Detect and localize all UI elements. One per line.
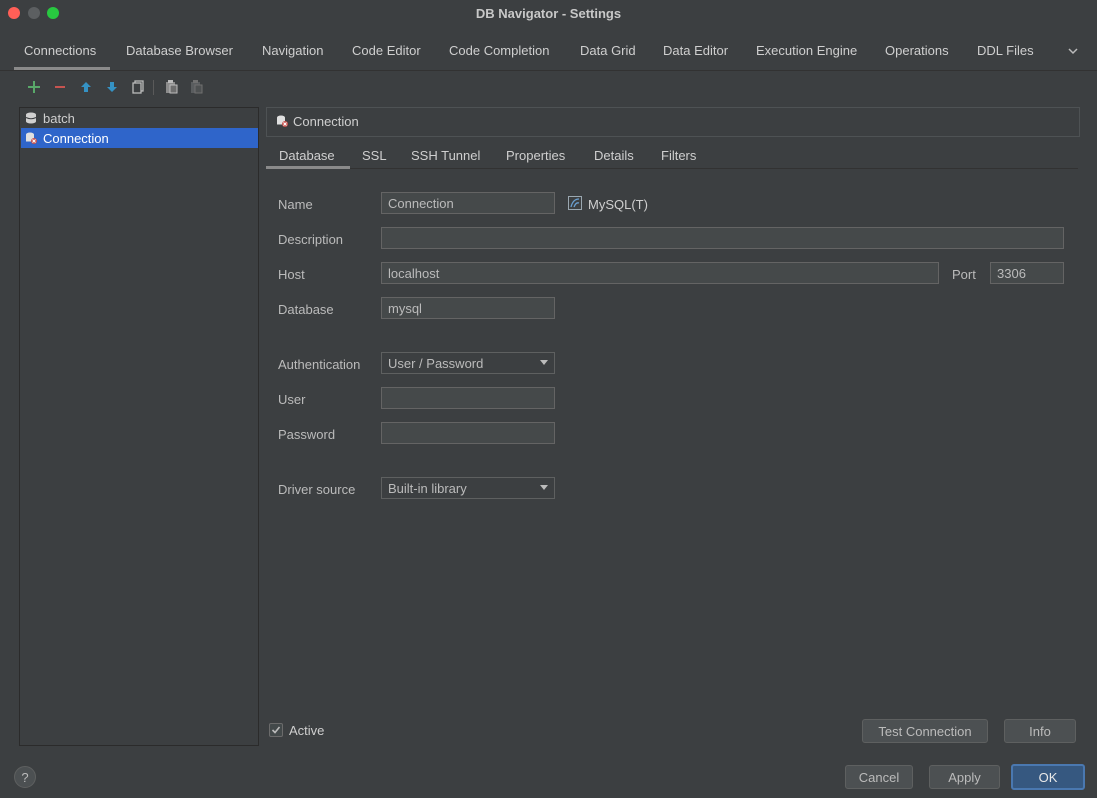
active-checkbox[interactable] bbox=[269, 723, 283, 737]
authentication-label: Authentication bbox=[278, 357, 361, 372]
database-error-icon bbox=[25, 132, 37, 144]
driver-source-select[interactable]: Built-in library bbox=[381, 477, 555, 499]
tab-ssl[interactable]: SSL bbox=[362, 148, 387, 163]
list-item-batch[interactable]: batch bbox=[21, 108, 258, 128]
tab-ddl-files[interactable]: DDL Files bbox=[977, 43, 1034, 58]
tab-execution-engine[interactable]: Execution Engine bbox=[756, 43, 857, 58]
list-item-label: batch bbox=[43, 110, 75, 126]
database-error-icon bbox=[276, 115, 288, 127]
authentication-value: User / Password bbox=[388, 355, 484, 371]
database-icon bbox=[25, 112, 37, 124]
active-label: Active bbox=[289, 723, 325, 738]
subtabs-divider bbox=[266, 168, 1078, 169]
copy-icon[interactable] bbox=[129, 78, 147, 96]
tab-filters[interactable]: Filters bbox=[661, 148, 696, 163]
list-item-label: Connection bbox=[43, 130, 109, 146]
password-field[interactable] bbox=[381, 422, 555, 444]
tab-data-editor[interactable]: Data Editor bbox=[663, 43, 728, 58]
paste-icon[interactable] bbox=[162, 78, 180, 96]
database-field[interactable]: mysql bbox=[381, 297, 555, 319]
tabs-divider bbox=[0, 70, 1097, 71]
tab-database[interactable]: Database bbox=[279, 148, 335, 163]
cancel-button[interactable]: Cancel bbox=[845, 765, 913, 789]
remove-icon[interactable] bbox=[51, 78, 69, 96]
user-label: User bbox=[278, 392, 306, 407]
name-field[interactable]: Connection bbox=[381, 192, 555, 214]
ok-button[interactable]: OK bbox=[1011, 764, 1085, 790]
tab-navigation[interactable]: Navigation bbox=[262, 43, 323, 58]
tab-ssh-tunnel[interactable]: SSH Tunnel bbox=[411, 148, 480, 163]
tab-database-browser[interactable]: Database Browser bbox=[126, 43, 233, 58]
toolbar-separator bbox=[153, 80, 154, 95]
mysql-icon bbox=[568, 196, 582, 210]
tab-code-completion[interactable]: Code Completion bbox=[449, 43, 549, 58]
help-button[interactable]: ? bbox=[14, 766, 36, 788]
connection-list[interactable]: batch Connection bbox=[19, 107, 259, 746]
host-field[interactable]: localhost bbox=[381, 262, 939, 284]
database-label: Database bbox=[278, 302, 334, 317]
port-field[interactable]: 3306 bbox=[990, 262, 1064, 284]
tab-properties[interactable]: Properties bbox=[506, 148, 565, 163]
port-label: Port bbox=[952, 267, 976, 282]
host-label: Host bbox=[278, 267, 305, 282]
title-bar: DB Navigator - Settings bbox=[0, 0, 1097, 28]
connection-header-title: Connection bbox=[293, 114, 359, 129]
move-up-icon[interactable] bbox=[77, 78, 95, 96]
info-button[interactable]: Info bbox=[1004, 719, 1076, 743]
authentication-select[interactable]: User / Password bbox=[381, 352, 555, 374]
tab-details[interactable]: Details bbox=[594, 148, 634, 163]
password-label: Password bbox=[278, 427, 336, 442]
tab-code-editor[interactable]: Code Editor bbox=[352, 43, 421, 58]
dropdown-arrow-icon bbox=[540, 485, 548, 490]
connection-header: Connection bbox=[266, 107, 1080, 137]
driver-source-value: Built-in library bbox=[388, 480, 467, 496]
description-label: Description bbox=[278, 232, 344, 247]
apply-button[interactable]: Apply bbox=[929, 765, 1000, 789]
description-field[interactable] bbox=[381, 227, 1064, 249]
tabs-overflow-chevron-icon[interactable] bbox=[1066, 44, 1080, 58]
user-field[interactable] bbox=[381, 387, 555, 409]
tab-operations[interactable]: Operations bbox=[885, 43, 949, 58]
tab-data-grid[interactable]: Data Grid bbox=[580, 43, 636, 58]
name-label: Name bbox=[278, 197, 313, 212]
tab-connections[interactable]: Connections bbox=[24, 43, 96, 58]
driver-source-label: Driver source bbox=[278, 482, 356, 497]
database-type-label: MySQL(T) bbox=[588, 197, 648, 212]
add-icon[interactable] bbox=[25, 78, 43, 96]
list-item-connection[interactable]: Connection bbox=[21, 128, 258, 148]
help-icon: ? bbox=[21, 769, 29, 785]
delete-icon[interactable] bbox=[187, 78, 205, 96]
test-connection-button[interactable]: Test Connection bbox=[862, 719, 988, 743]
active-subtab-indicator bbox=[266, 166, 350, 169]
checkmark-icon bbox=[271, 726, 281, 734]
window-title: DB Navigator - Settings bbox=[475, 6, 622, 21]
dropdown-arrow-icon bbox=[540, 360, 548, 365]
move-down-icon[interactable] bbox=[103, 78, 121, 96]
